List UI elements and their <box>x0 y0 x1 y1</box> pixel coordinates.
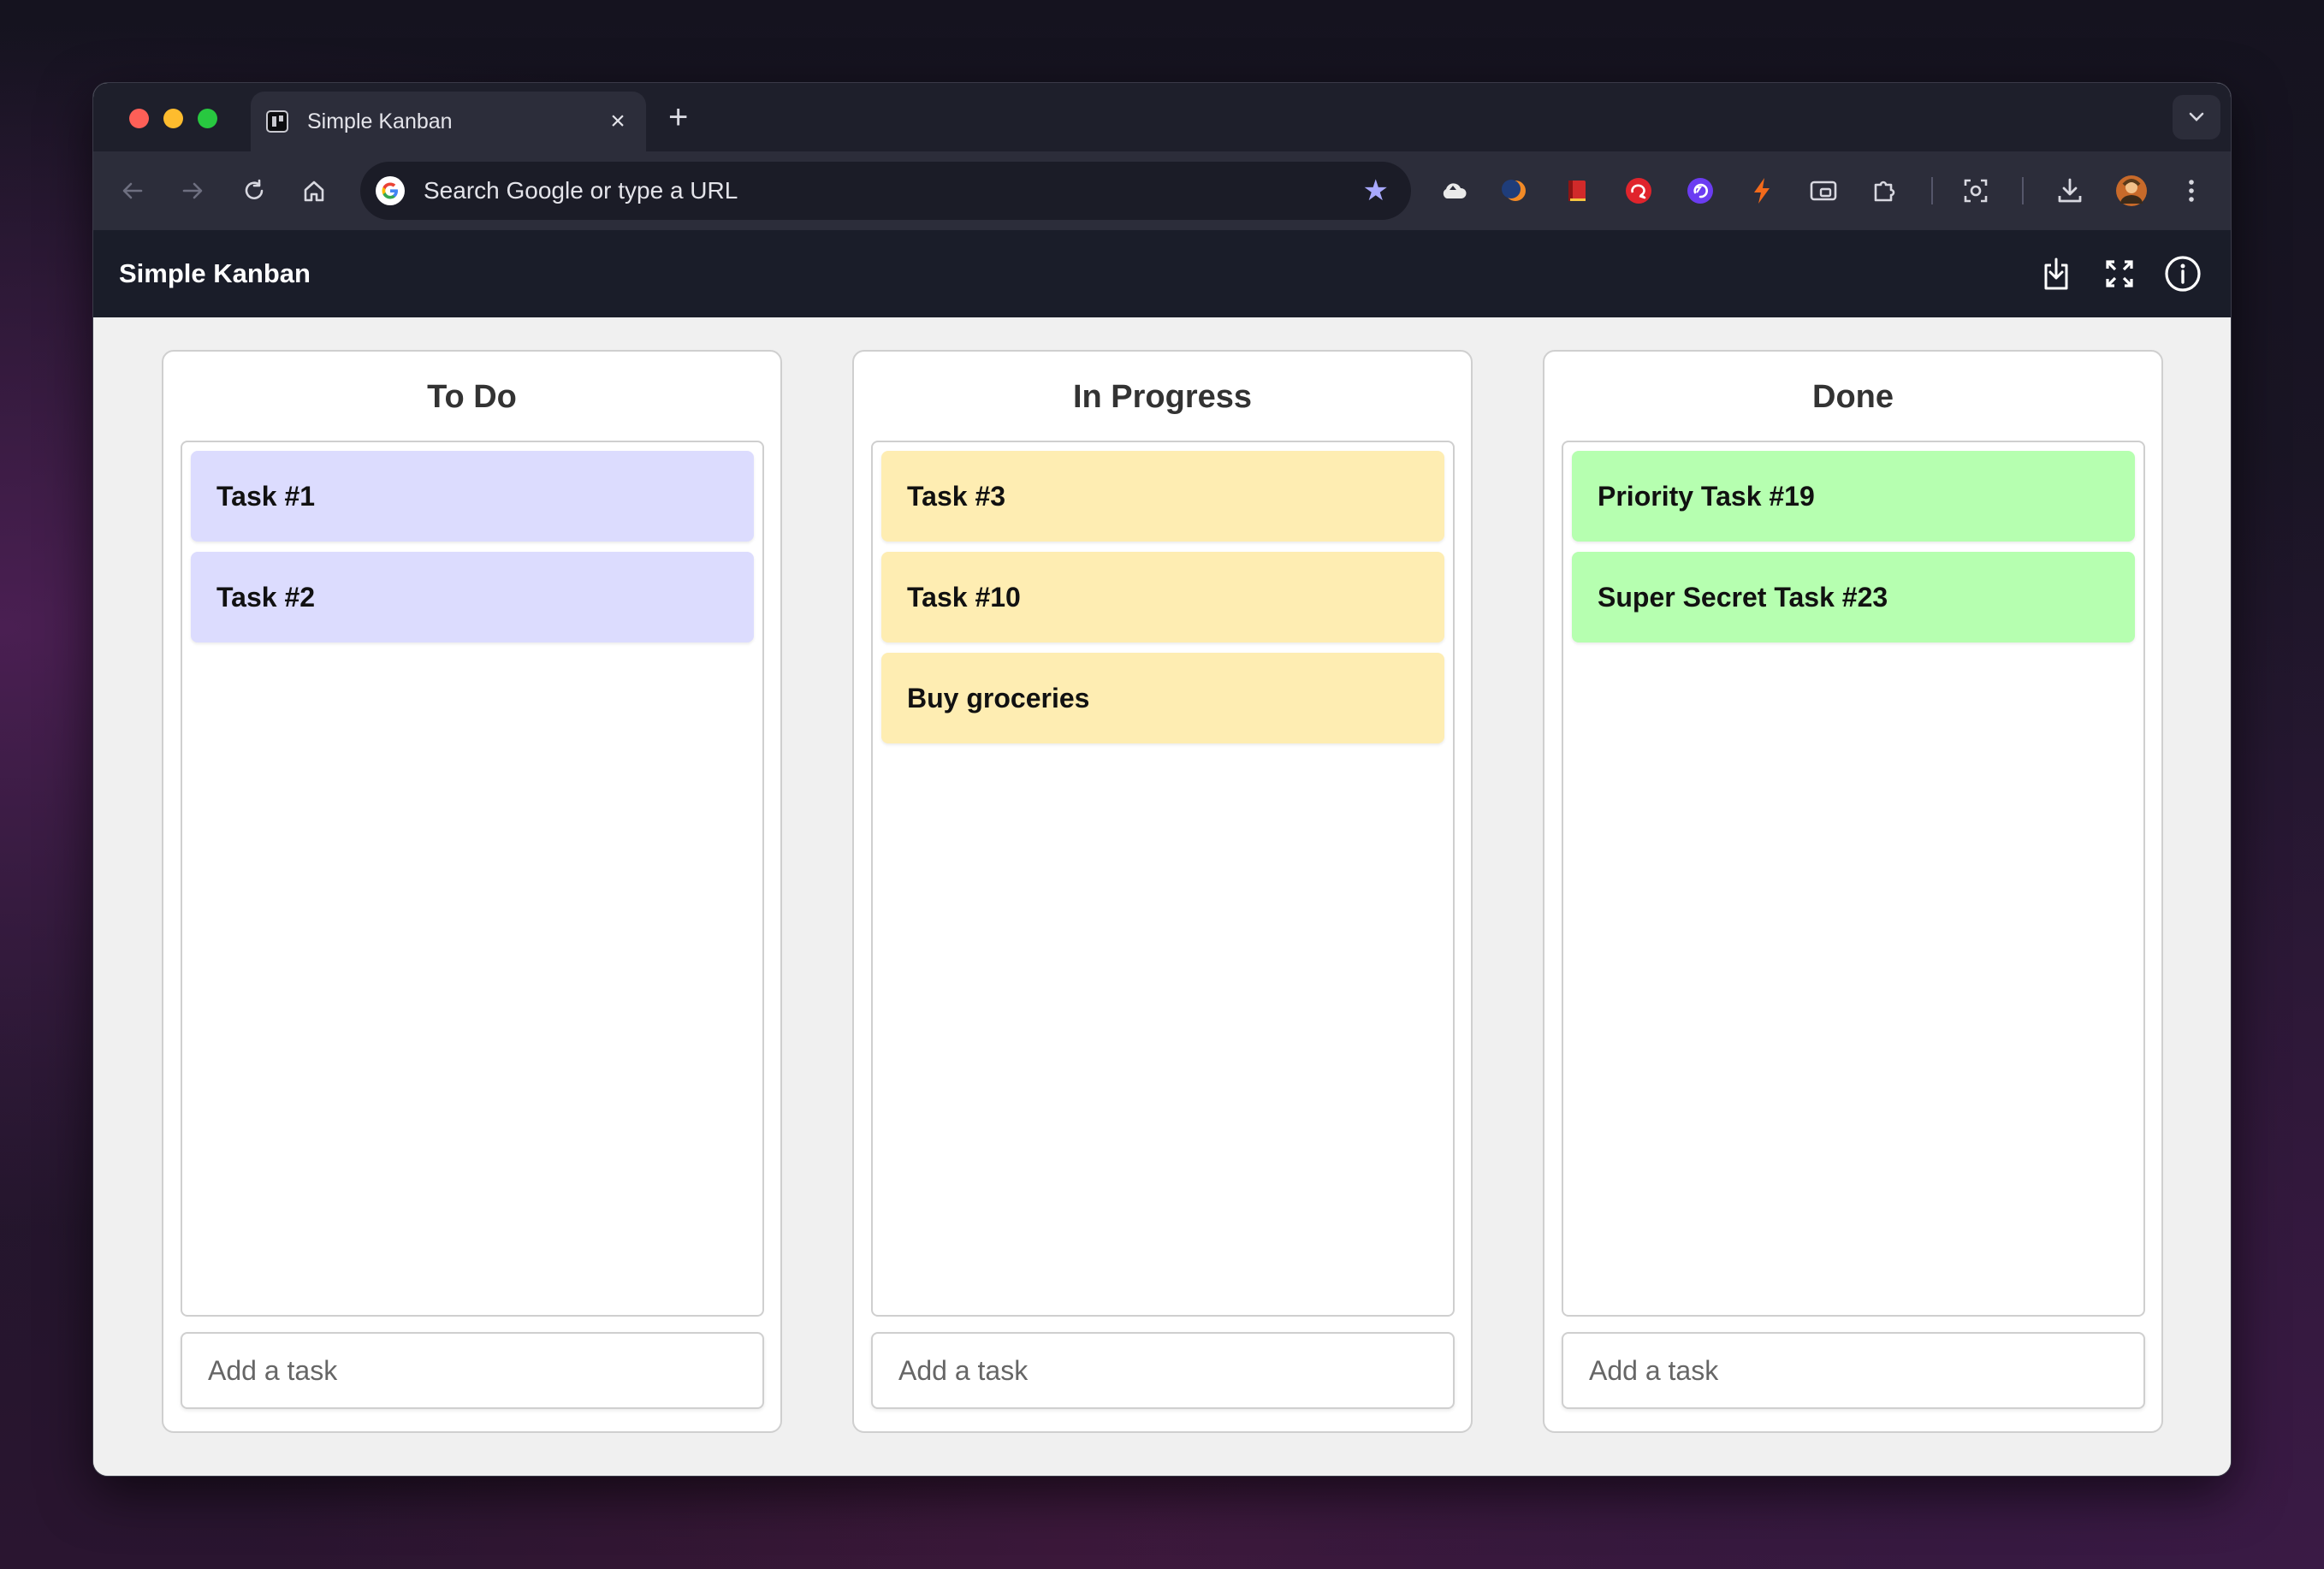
bolt-icon[interactable] <box>1745 174 1779 208</box>
add-task-input[interactable] <box>871 1332 1455 1409</box>
minimize-window-button[interactable] <box>163 109 183 128</box>
task-list[interactable]: Task #1 Task #2 <box>181 441 764 1317</box>
task-card[interactable]: Priority Task #19 <box>1572 451 2135 542</box>
toolbar-separator <box>2022 177 2024 204</box>
info-icon[interactable] <box>2164 254 2202 293</box>
back-button[interactable] <box>114 172 151 210</box>
chevron-down-icon <box>2189 112 2204 121</box>
menu-dots-icon[interactable] <box>2174 174 2208 208</box>
app-header: Simple Kanban <box>93 230 2231 317</box>
google-icon <box>376 176 405 205</box>
book-icon[interactable] <box>1560 174 1594 208</box>
column-todo: To Do Task #1 Task #2 <box>162 350 782 1433</box>
kanban-board: To Do Task #1 Task #2 In Progress Task #3… <box>93 317 2231 1476</box>
arrow-left-icon <box>122 182 143 199</box>
forward-button[interactable] <box>174 172 211 210</box>
task-card[interactable]: Task #10 <box>881 552 1444 642</box>
tab-close-icon[interactable]: × <box>605 107 631 136</box>
new-tab-button[interactable]: + <box>668 98 688 137</box>
kanban-favicon-icon <box>266 110 288 133</box>
column-done: Done Priority Task #19 Super Secret Task … <box>1543 350 2163 1433</box>
browser-window: Simple Kanban × + Search Google or type … <box>92 82 2232 1477</box>
arrow-right-icon <box>182 182 203 199</box>
bookmark-star-icon[interactable]: ★ <box>1363 174 1389 208</box>
browser-toolbar: Search Google or type a URL ★ <box>93 151 2231 230</box>
download-icon[interactable] <box>2053 174 2087 208</box>
column-title: To Do <box>427 379 517 415</box>
column-in-progress: In Progress Task #3 Task #10 Buy groceries <box>852 350 1473 1433</box>
reload-icon <box>245 179 264 199</box>
reload-button[interactable] <box>235 172 273 210</box>
home-button[interactable] <box>295 172 333 210</box>
tab-search-button[interactable] <box>2173 95 2220 139</box>
fullscreen-icon[interactable] <box>2101 254 2138 293</box>
tab-title: Simple Kanban <box>307 109 453 133</box>
task-card[interactable]: Buy groceries <box>881 653 1444 743</box>
address-placeholder: Search Google or type a URL <box>424 177 738 204</box>
export-download-icon[interactable] <box>2037 254 2075 293</box>
column-title: Done <box>1812 379 1894 415</box>
moon-icon[interactable] <box>1498 174 1533 208</box>
task-card[interactable]: Task #1 <box>191 451 754 542</box>
cast-icon[interactable] <box>1806 174 1841 208</box>
cloud-icon[interactable] <box>1437 174 1471 208</box>
close-window-button[interactable] <box>129 109 149 128</box>
avatar[interactable] <box>2114 174 2149 208</box>
task-card[interactable]: Super Secret Task #23 <box>1572 552 2135 642</box>
window-controls <box>129 109 217 128</box>
screenshot-icon[interactable] <box>1959 174 1993 208</box>
circle-arrow-icon[interactable] <box>1683 174 1717 208</box>
home-icon <box>304 181 324 202</box>
address-bar[interactable]: Search Google or type a URL ★ <box>360 162 1411 220</box>
browser-tab[interactable]: Simple Kanban × <box>251 92 646 151</box>
chat-icon[interactable] <box>1621 174 1656 208</box>
tab-strip: Simple Kanban × + <box>93 83 2231 151</box>
app-title: Simple Kanban <box>119 258 311 288</box>
column-title: In Progress <box>1072 379 1253 415</box>
task-list[interactable]: Priority Task #19 Super Secret Task #23 <box>1562 441 2145 1317</box>
task-card[interactable]: Task #2 <box>191 552 754 642</box>
puzzle-icon[interactable] <box>1868 174 1902 208</box>
toolbar-separator <box>1931 177 1933 204</box>
maximize-window-button[interactable] <box>198 109 217 128</box>
header-actions <box>2037 254 2202 293</box>
task-list[interactable]: Task #3 Task #10 Buy groceries <box>871 441 1455 1317</box>
add-task-input[interactable] <box>181 1332 764 1409</box>
add-task-input[interactable] <box>1562 1332 2145 1409</box>
task-card[interactable]: Task #3 <box>881 451 1444 542</box>
